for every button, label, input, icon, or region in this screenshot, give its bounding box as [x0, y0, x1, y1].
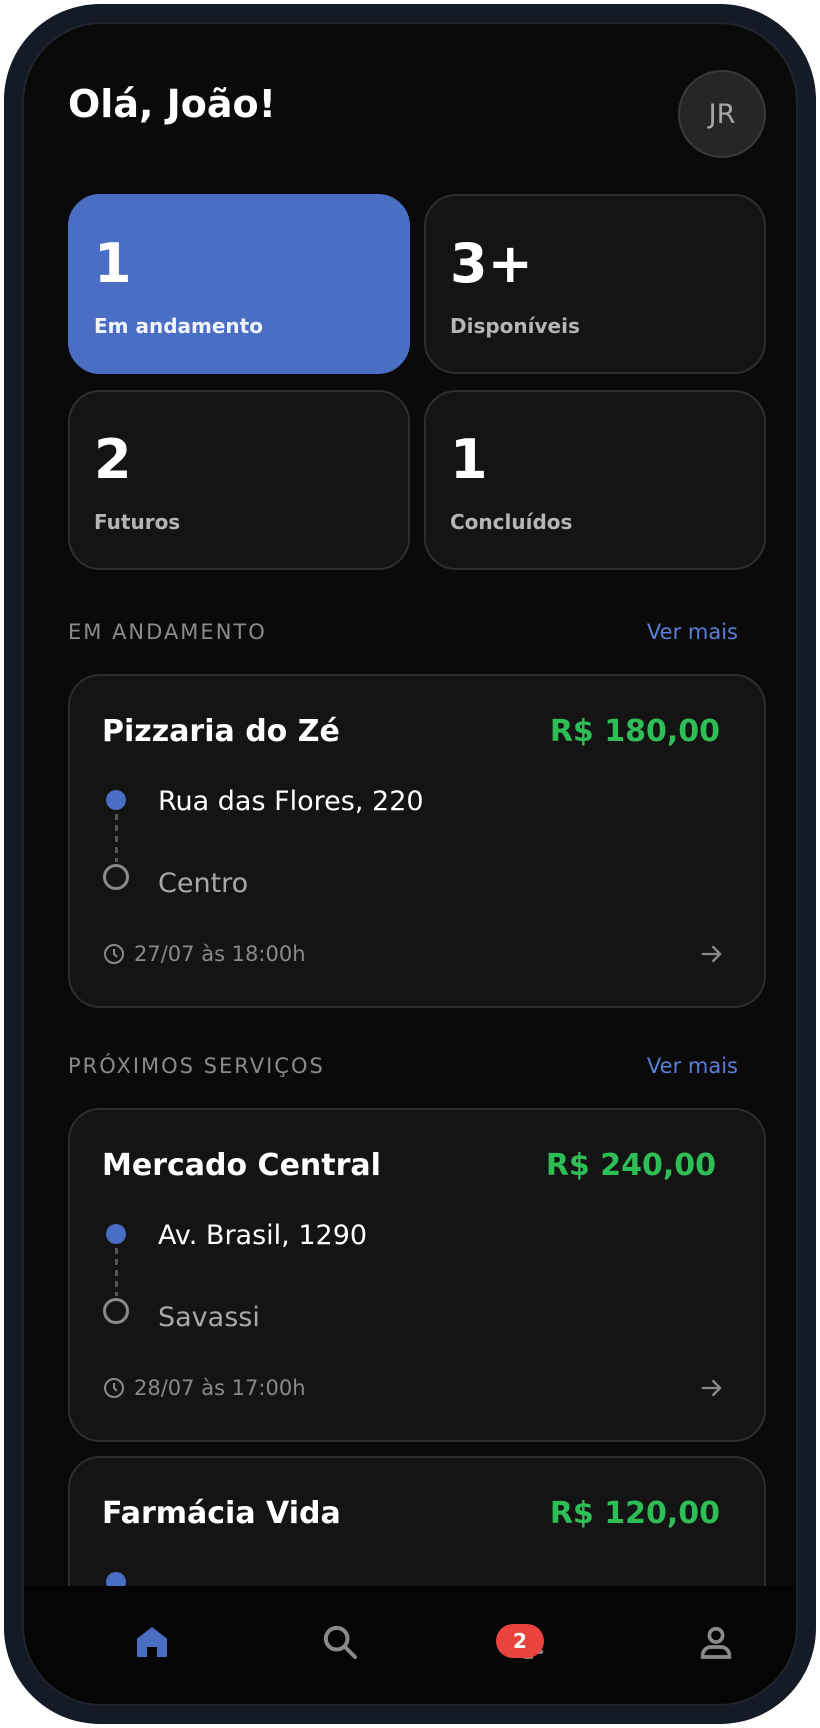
bottom-nav: 2 — [24, 1586, 796, 1704]
home-icon — [137, 1627, 167, 1657]
stat-label: Futuros — [94, 510, 181, 534]
clock-icon — [104, 944, 124, 964]
section-title-in-progress: EM ANDAMENTO — [68, 620, 267, 644]
job-title: Pizzaria do Zé — [102, 714, 340, 749]
pickup-address: Rua das Flores, 220 — [158, 786, 424, 817]
stat-value: 3+ — [450, 232, 533, 295]
stat-card-available[interactable]: 3+ Disponíveis — [424, 194, 766, 374]
job-price: R$ 120,00 — [549, 1496, 720, 1531]
nav-home[interactable] — [112, 1586, 192, 1704]
home-screen: Olá, João! JR 1 Em andamento 3+ Disponív… — [24, 24, 796, 1704]
origin-dot-icon — [106, 1224, 126, 1244]
dropoff-area: Savassi — [158, 1302, 260, 1333]
phone-screen: Olá, João! JR 1 Em andamento 3+ Disponív… — [22, 22, 798, 1706]
job-card[interactable]: Mercado Central R$ 240,00 Av. Brasil, 12… — [68, 1108, 766, 1442]
clock-icon — [104, 1378, 124, 1398]
job-time: 27/07 às 18:00h — [102, 942, 306, 966]
stat-value: 1 — [450, 428, 488, 491]
dropoff-area: Centro — [158, 868, 249, 899]
destination-dot-icon — [103, 1298, 129, 1324]
user-icon — [700, 1626, 732, 1659]
pickup-address: Av. Brasil, 1290 — [158, 1220, 368, 1251]
avatar[interactable]: JR — [678, 70, 766, 158]
job-title: Mercado Central — [102, 1148, 381, 1183]
see-more-in-progress-link[interactable]: Ver mais — [647, 620, 738, 644]
stat-label: Disponíveis — [450, 314, 580, 338]
route-line — [115, 1248, 118, 1296]
section-title-upcoming: PRÓXIMOS SERVIÇOS — [68, 1054, 325, 1078]
stat-value: 2 — [94, 428, 132, 491]
stat-card-in-progress[interactable]: 1 Em andamento — [68, 194, 410, 374]
stat-label: Em andamento — [94, 314, 263, 338]
job-price: R$ 240,00 — [545, 1148, 716, 1183]
job-time-label: 27/07 às 18:00h — [134, 942, 306, 966]
nav-search[interactable] — [300, 1586, 380, 1704]
see-more-upcoming-link[interactable]: Ver mais — [647, 1054, 738, 1078]
stat-card-completed[interactable]: 1 Concluídos — [424, 390, 766, 570]
greeting-title: Olá, João! — [68, 82, 276, 126]
job-card[interactable]: Pizzaria do Zé R$ 180,00 Rua das Flores,… — [68, 674, 766, 1008]
job-time-label: 28/07 às 17:00h — [134, 1376, 306, 1400]
stat-value: 1 — [94, 232, 132, 295]
stat-card-future[interactable]: 2 Futuros — [68, 390, 410, 570]
nav-profile[interactable] — [676, 1586, 756, 1704]
origin-dot-icon — [106, 790, 126, 810]
route-line — [115, 814, 118, 862]
job-title: Farmácia Vida — [102, 1496, 341, 1531]
search-icon — [323, 1625, 357, 1659]
notification-badge: 2 — [496, 1624, 544, 1658]
job-price: R$ 180,00 — [549, 714, 720, 749]
arrow-right-icon[interactable] — [698, 940, 726, 968]
arrow-right-icon[interactable] — [698, 1374, 726, 1402]
phone-frame: Olá, João! JR 1 Em andamento 3+ Disponív… — [4, 4, 816, 1724]
stat-label: Concluídos — [450, 510, 573, 534]
destination-dot-icon — [103, 864, 129, 890]
job-time: 28/07 às 17:00h — [102, 1376, 306, 1400]
